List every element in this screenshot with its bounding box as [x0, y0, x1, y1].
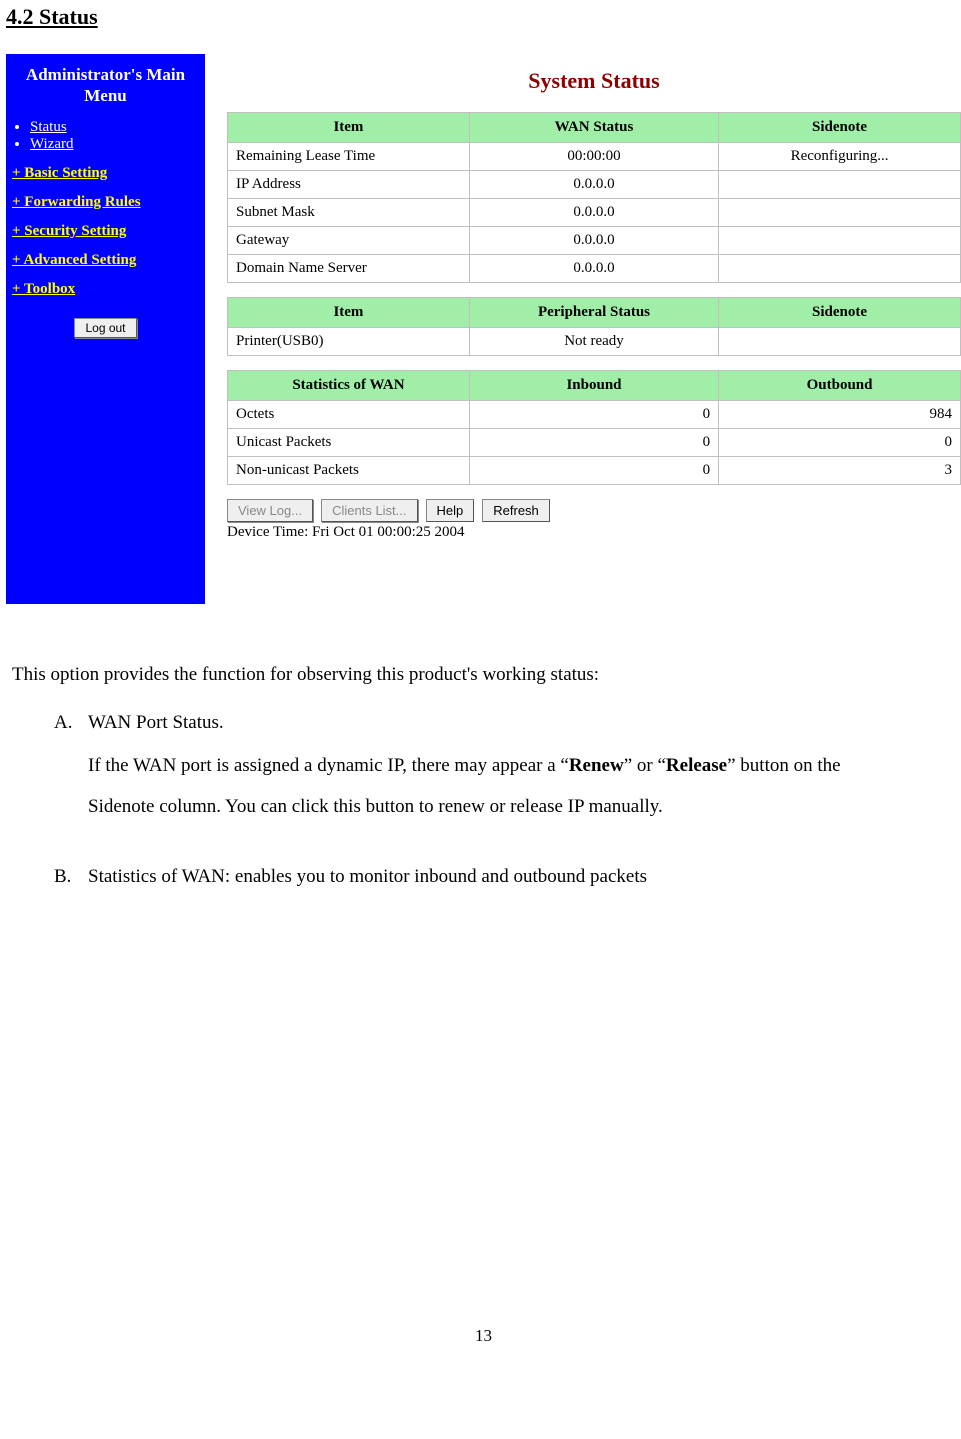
- sidebar-link-status[interactable]: Status: [30, 119, 67, 135]
- desc-a-renew: Renew: [569, 755, 624, 776]
- cell-item: Octets: [228, 401, 470, 429]
- cell-item: Unicast Packets: [228, 429, 470, 457]
- sidebar-title: Administrator's Main Menu: [12, 64, 199, 107]
- cell-in: 0: [469, 401, 718, 429]
- system-status-title: System Status: [227, 68, 961, 94]
- table-row: Domain Name Server 0.0.0.0: [228, 255, 961, 283]
- wan-statistics-table: Statistics of WAN Inbound Outbound Octet…: [227, 370, 961, 485]
- table-row: Unicast Packets 0 0: [228, 429, 961, 457]
- cell-item: Non-unicast Packets: [228, 457, 470, 485]
- cell-item: Domain Name Server: [228, 255, 470, 283]
- sidebar: Administrator's Main Menu Status Wizard …: [6, 54, 205, 604]
- cell-item: Remaining Lease Time: [228, 143, 470, 171]
- th-item: Item: [228, 298, 470, 328]
- desc-a-letter: A.: [54, 704, 88, 742]
- view-log-button[interactable]: View Log...: [227, 499, 313, 522]
- cell-val: Not ready: [469, 328, 718, 356]
- sidebar-link-forwarding-rules[interactable]: + Forwarding Rules: [12, 194, 199, 211]
- sidebar-link-basic-setting[interactable]: + Basic Setting: [12, 165, 199, 182]
- cell-item: Gateway: [228, 227, 470, 255]
- table-row: Non-unicast Packets 0 3: [228, 457, 961, 485]
- description-text: This option provides the function for ob…: [12, 656, 912, 896]
- sidebar-item-wizard: Wizard: [30, 136, 199, 153]
- th-wan-status: WAN Status: [469, 113, 718, 143]
- sidebar-link-security-setting[interactable]: + Security Setting: [12, 223, 199, 240]
- sidebar-link-advanced-setting[interactable]: + Advanced Setting: [12, 252, 199, 269]
- main-panel: System Status Item WAN Status Sidenote R…: [227, 54, 961, 541]
- cell-item: IP Address: [228, 171, 470, 199]
- cell-in: 0: [469, 429, 718, 457]
- admin-interface: Administrator's Main Menu Status Wizard …: [6, 54, 961, 604]
- desc-b-text: Statistics of WAN: enables you to monito…: [88, 858, 912, 896]
- desc-a-text1: If the WAN port is assigned a dynamic IP…: [88, 755, 569, 776]
- cell-val: 00:00:00: [469, 143, 718, 171]
- cell-item: Printer(USB0): [228, 328, 470, 356]
- desc-b-letter: B.: [54, 858, 88, 896]
- cell-note: [719, 171, 961, 199]
- clients-list-button[interactable]: Clients List...: [321, 499, 417, 522]
- table-row: Subnet Mask 0.0.0.0: [228, 199, 961, 227]
- button-row: View Log... Clients List... Help Refresh: [227, 499, 961, 522]
- th-inbound: Inbound: [469, 371, 718, 401]
- cell-out: 0: [719, 429, 961, 457]
- sidebar-title-l2: Menu: [84, 86, 127, 105]
- cell-note: Reconfiguring...: [719, 143, 961, 171]
- th-sidenote: Sidenote: [719, 298, 961, 328]
- cell-note: [719, 227, 961, 255]
- device-time: Device Time: Fri Oct 01 00:00:25 2004: [227, 524, 961, 541]
- help-button[interactable]: Help: [426, 499, 475, 522]
- desc-intro: This option provides the function for ob…: [12, 656, 912, 694]
- peripheral-status-table: Item Peripheral Status Sidenote Printer(…: [227, 297, 961, 356]
- sidebar-item-status: Status: [30, 119, 199, 136]
- sidebar-link-toolbox[interactable]: + Toolbox: [12, 281, 199, 298]
- desc-a-body: If the WAN port is assigned a dynamic IP…: [88, 746, 908, 828]
- cell-out: 984: [719, 401, 961, 429]
- cell-out: 3: [719, 457, 961, 485]
- cell-val: 0.0.0.0: [469, 171, 718, 199]
- th-item: Item: [228, 113, 470, 143]
- cell-item: Subnet Mask: [228, 199, 470, 227]
- table-row: IP Address 0.0.0.0: [228, 171, 961, 199]
- wan-status-table: Item WAN Status Sidenote Remaining Lease…: [227, 112, 961, 283]
- logout-button[interactable]: Log out: [74, 318, 136, 338]
- cell-in: 0: [469, 457, 718, 485]
- cell-val: 0.0.0.0: [469, 255, 718, 283]
- th-statistics: Statistics of WAN: [228, 371, 470, 401]
- desc-a-release: Release: [666, 755, 727, 776]
- cell-val: 0.0.0.0: [469, 227, 718, 255]
- cell-note: [719, 328, 961, 356]
- table-row: Printer(USB0) Not ready: [228, 328, 961, 356]
- refresh-button[interactable]: Refresh: [482, 499, 550, 522]
- sidebar-title-l1: Administrator's Main: [26, 65, 185, 84]
- th-outbound: Outbound: [719, 371, 961, 401]
- th-peripheral-status: Peripheral Status: [469, 298, 718, 328]
- desc-a-text2: ” or “: [624, 755, 666, 776]
- page-number: 13: [6, 1326, 961, 1366]
- cell-note: [719, 199, 961, 227]
- table-row: Gateway 0.0.0.0: [228, 227, 961, 255]
- desc-item-a: A. WAN Port Status.: [54, 704, 912, 742]
- table-row: Remaining Lease Time 00:00:00 Reconfigur…: [228, 143, 961, 171]
- cell-note: [719, 255, 961, 283]
- desc-item-b: B. Statistics of WAN: enables you to mon…: [54, 858, 912, 896]
- desc-a-heading: WAN Port Status.: [88, 704, 912, 742]
- cell-val: 0.0.0.0: [469, 199, 718, 227]
- section-heading: 4.2 Status: [6, 4, 961, 30]
- sidebar-link-wizard[interactable]: Wizard: [30, 136, 74, 152]
- th-sidenote: Sidenote: [719, 113, 961, 143]
- table-row: Octets 0 984: [228, 401, 961, 429]
